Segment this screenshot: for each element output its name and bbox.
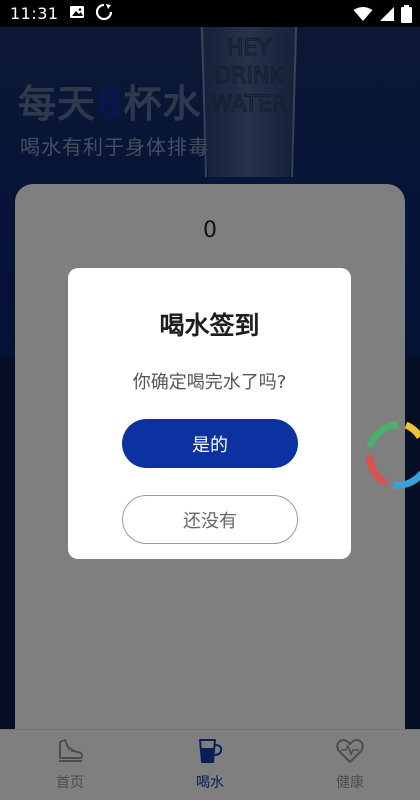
wifi-icon <box>353 6 373 22</box>
confirm-button[interactable]: 是的 <box>122 419 298 468</box>
status-time: 11:31 <box>10 4 59 23</box>
dialog-title: 喝水签到 <box>159 311 260 340</box>
status-left: 11:31 <box>10 3 113 25</box>
battery-icon <box>401 4 412 23</box>
status-right <box>353 4 412 23</box>
image-notification-icon <box>69 4 85 24</box>
status-bar: 11:31 <box>0 0 420 27</box>
cancel-button[interactable]: 还没有 <box>122 495 298 544</box>
sync-notification-icon <box>95 3 113 25</box>
dialog-message: 你确定喝完水了吗? <box>132 372 287 393</box>
cellular-signal-icon <box>379 6 395 22</box>
loading-spinner-icon <box>366 421 420 489</box>
drink-checkin-dialog: 喝水签到 你确定喝完水了吗? 是的 还没有 <box>68 268 351 559</box>
